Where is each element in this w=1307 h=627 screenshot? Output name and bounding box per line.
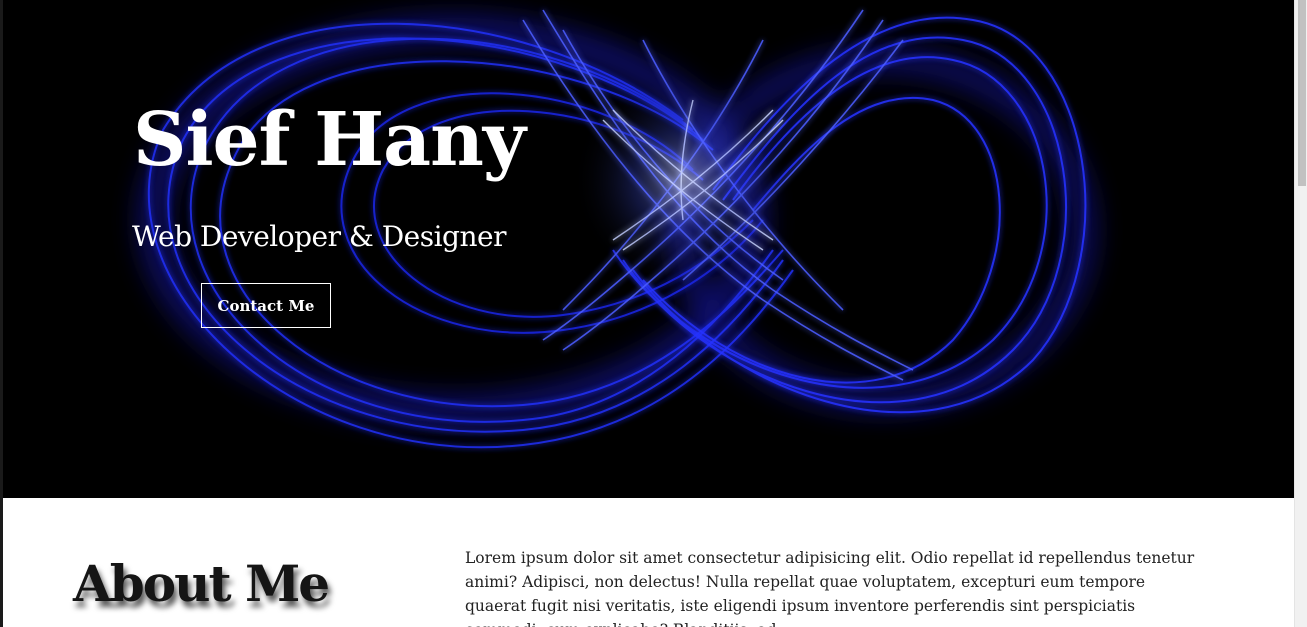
about-paragraph: Lorem ipsum dolor sit amet consectetur a… [465,549,1195,627]
hero-section: Sief Hany Web Developer & Designer Conta… [3,0,1294,498]
about-heading: About Me [73,554,330,613]
contact-me-button[interactable]: Contact Me [201,283,331,328]
vertical-scrollbar[interactable] [1294,0,1307,627]
hero-subtitle: Web Developer & Designer [132,220,506,253]
scrollbar-thumb[interactable] [1298,0,1306,186]
hero-title: Sief Hany [133,97,526,183]
about-section: About Me Lorem ipsum dolor sit amet cons… [3,498,1294,627]
page: Sief Hany Web Developer & Designer Conta… [0,0,1307,627]
